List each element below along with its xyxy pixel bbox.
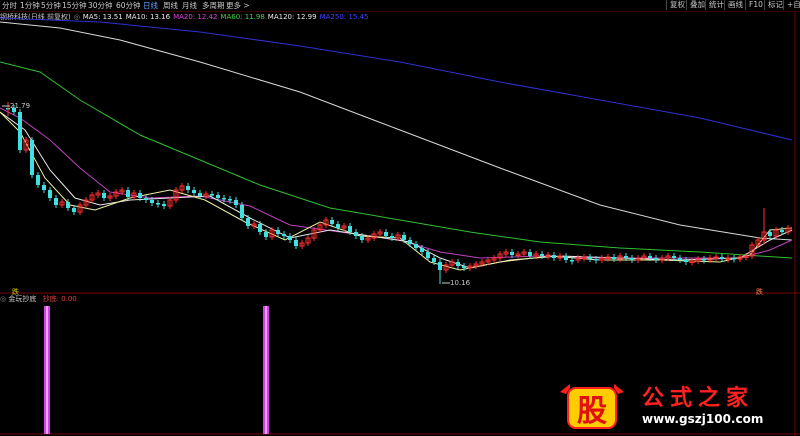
candle-body: [720, 257, 724, 259]
candle-body: [624, 256, 628, 258]
candle-body: [348, 226, 352, 232]
candle-body: [186, 186, 190, 190]
ma250-line: [0, 17, 793, 141]
candle-body: [456, 262, 460, 266]
watermark-title: 公式之家: [642, 386, 755, 411]
candle-body: [198, 193, 202, 196]
candle-body: [264, 232, 268, 237]
candle-body: [54, 198, 58, 205]
right-fall-marker: 跌: [756, 288, 763, 296]
candle-body: [18, 112, 22, 150]
candle-body: [360, 236, 364, 240]
candle-body: [48, 190, 52, 198]
candle-body: [246, 218, 250, 226]
candle-body: [768, 232, 772, 236]
candle-body: [654, 258, 658, 260]
candle-body: [210, 194, 214, 196]
candle-body: [288, 236, 292, 240]
ma5-line: [0, 111, 793, 271]
candle-body: [150, 200, 154, 203]
candle-body: [30, 140, 34, 175]
ma120-line: [0, 21, 793, 241]
candle-body: [678, 258, 682, 260]
candle-body: [240, 205, 244, 218]
candle-body: [222, 198, 226, 200]
candle-body: [126, 190, 130, 197]
kline-chart[interactable]: [0, 0, 800, 436]
candle-body: [612, 257, 616, 259]
indicator-gear-icon[interactable]: ◎: [0, 295, 6, 303]
candle-body: [630, 258, 634, 260]
signal-bar-highlight-0: [46, 306, 48, 434]
candle-body: [462, 266, 466, 268]
candle-body: [156, 203, 160, 205]
indicator-header: ◎ 金玩抄底 抄底: 0.00: [0, 294, 77, 304]
candle-body: [276, 230, 280, 234]
candle-body: [552, 255, 556, 258]
high-price-label: 21.79: [10, 102, 31, 110]
candle-body: [228, 199, 232, 201]
candle-body: [408, 240, 412, 244]
candle-body: [732, 258, 736, 260]
watermark-logo: 股: [577, 394, 607, 429]
ma10-line: [0, 111, 793, 269]
candle-body: [336, 224, 340, 228]
candle-body: [540, 254, 544, 256]
signal-bar-highlight-1: [265, 306, 267, 434]
candle-body: [426, 252, 430, 258]
candle-body: [282, 234, 286, 236]
candle-body: [162, 204, 166, 206]
candle-body: [138, 193, 142, 198]
candle-body: [420, 248, 424, 252]
watermark-url: www.gszj100.com: [642, 412, 764, 426]
candle-body: [72, 208, 76, 212]
candle-body: [594, 259, 598, 261]
candle-body: [702, 259, 706, 261]
candle-body: [432, 258, 436, 262]
candle-body: [528, 252, 532, 256]
candle-body: [780, 230, 784, 232]
candle-body: [402, 235, 406, 240]
candle-body: [588, 257, 592, 259]
candle-body: [684, 260, 688, 262]
candle-body: [258, 224, 262, 232]
candle-body: [66, 202, 70, 208]
candle-body: [192, 190, 196, 193]
candle-body: [570, 260, 574, 262]
candle-body: [234, 200, 238, 205]
candle-body: [414, 244, 418, 248]
candle-body: [354, 232, 358, 236]
candle-body: [648, 256, 652, 258]
ma60-line: [0, 61, 793, 259]
low-price-label: 10.16: [450, 279, 471, 287]
watermark: 股 公式之家 www.gszj100.com: [556, 378, 796, 434]
indicator-name[interactable]: 金玩抄底: [8, 295, 36, 303]
candle-body: [36, 175, 40, 185]
candle-body: [294, 240, 298, 246]
candle-body: [384, 232, 388, 236]
candle-body: [564, 256, 568, 260]
candle-body: [102, 193, 106, 198]
candle-body: [510, 252, 514, 255]
candle-body: [42, 185, 46, 190]
indicator-value: 抄底: 0.00: [42, 295, 77, 303]
candle-body: [144, 198, 148, 200]
candle-body: [390, 236, 394, 238]
candle-body: [216, 195, 220, 198]
candle-body: [672, 256, 676, 258]
candle-body: [330, 220, 334, 224]
